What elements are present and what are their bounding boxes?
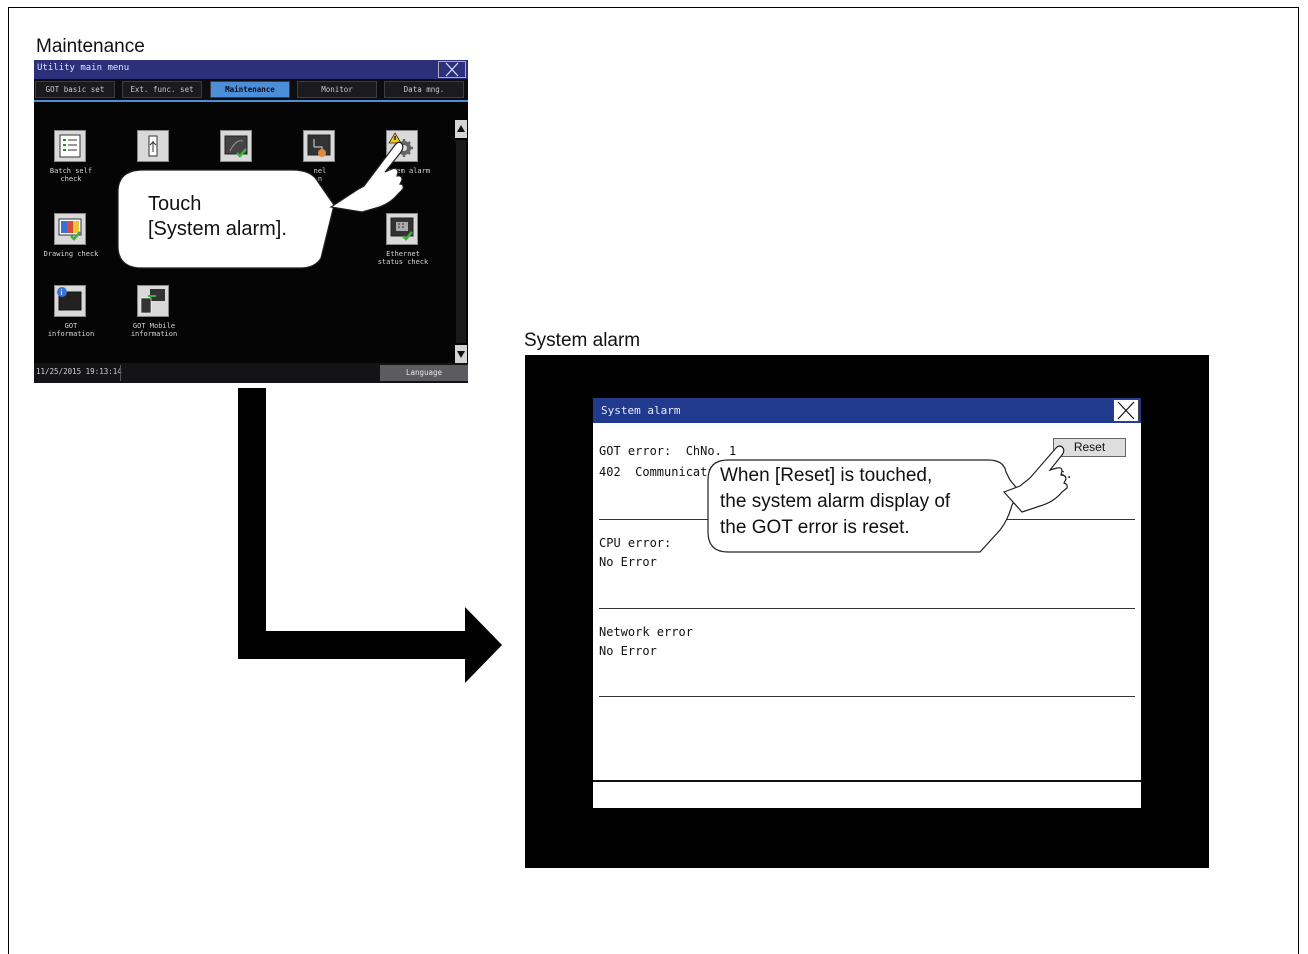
callout-line: the system alarm display of: [720, 491, 951, 512]
callout-line: the GOT error is reset.: [720, 517, 910, 538]
pointing-hand-icon: [1002, 445, 1068, 513]
reset-callout-text: When [Reset] is touched, the system alar…: [720, 463, 950, 541]
callout-line: When [Reset] is touched,: [720, 465, 933, 486]
